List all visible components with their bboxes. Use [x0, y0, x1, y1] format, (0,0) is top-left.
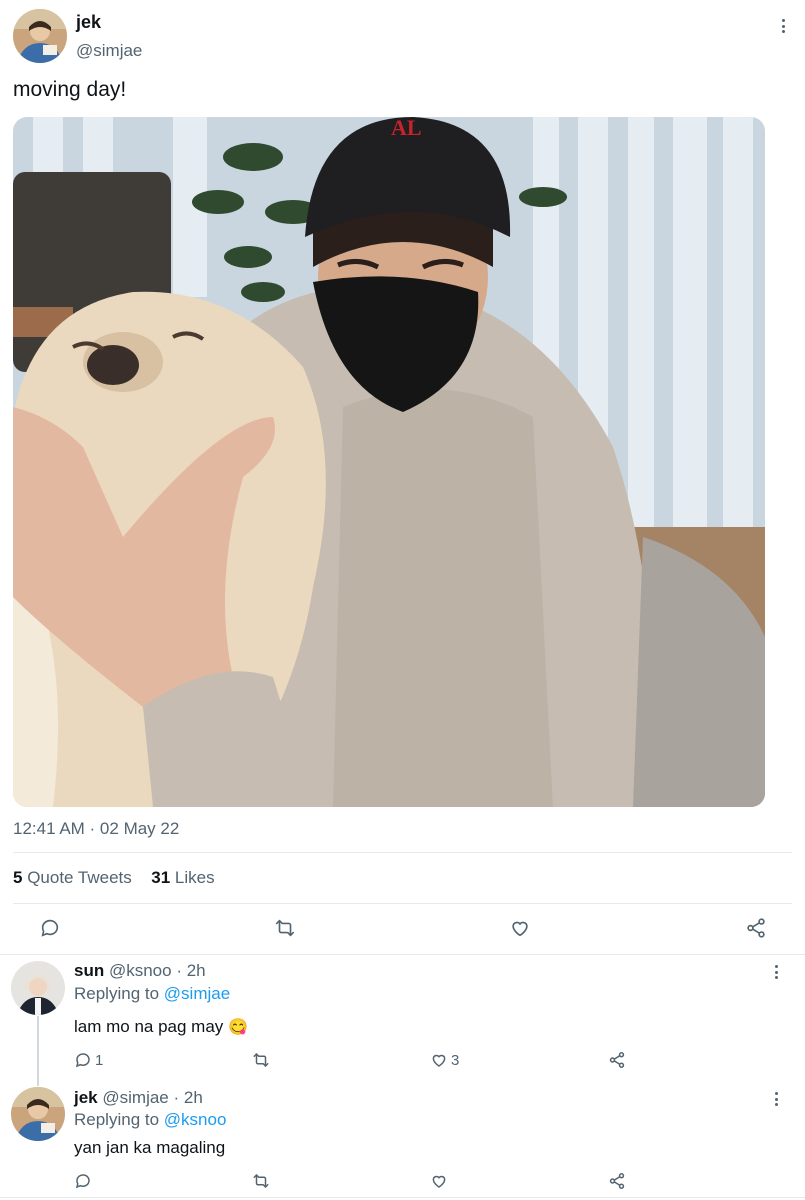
like-button[interactable]: 3 — [430, 1051, 459, 1069]
reply-time[interactable]: · 2h — [176, 961, 205, 980]
divider — [0, 954, 805, 955]
retweet-icon — [253, 1174, 269, 1188]
tweet-photo[interactable]: AL — [13, 117, 765, 807]
tweet-text: moving day! — [13, 78, 127, 101]
like-icon — [512, 921, 528, 937]
retweet-icon — [253, 1053, 269, 1067]
tweet-author-name[interactable]: jek — [76, 12, 101, 33]
share-icon — [747, 918, 765, 938]
divider — [13, 852, 792, 853]
reply-icon — [75, 1174, 90, 1189]
tweet-timestamp[interactable]: 12:41 AM · 02 May 22 — [13, 819, 179, 839]
more-options-icon[interactable] — [769, 1089, 783, 1109]
tweet-author-handle[interactable]: @simjae — [76, 41, 142, 61]
like-count[interactable]: 31 — [151, 868, 170, 887]
thread-line — [37, 1016, 39, 1086]
reply-header: jek @simjae · 2h — [74, 1088, 203, 1108]
tweet-avatar[interactable] — [13, 9, 67, 63]
reply-icon — [75, 1053, 90, 1068]
reply-text: yan jan ka magaling — [74, 1138, 226, 1157]
retweet-button[interactable] — [251, 1172, 274, 1190]
reply-header: sun @ksnoo · 2h — [74, 961, 206, 981]
reply-author-name[interactable]: sun — [74, 961, 104, 980]
retweet-icon — [275, 919, 295, 937]
reply-author-handle[interactable]: @ksnoo — [109, 961, 172, 980]
reply-author-handle[interactable]: @simjae — [102, 1088, 168, 1107]
like-icon — [432, 1175, 446, 1188]
retweet-button[interactable] — [273, 917, 297, 939]
reply-text: lam mo na pag may 😋 — [74, 1017, 248, 1037]
reply-author-name[interactable]: jek — [74, 1088, 98, 1107]
like-button[interactable] — [509, 917, 531, 939]
reply-button[interactable]: 1 — [74, 1051, 103, 1069]
reply-count: 1 — [95, 1051, 104, 1069]
quote-count[interactable]: 5 — [13, 868, 22, 887]
share-button[interactable] — [608, 1172, 626, 1190]
quote-label[interactable]: Quote Tweets — [27, 868, 132, 887]
reply-button[interactable] — [39, 917, 61, 939]
share-icon — [609, 1173, 625, 1189]
more-options-icon[interactable] — [769, 962, 783, 982]
like-icon — [432, 1054, 446, 1067]
share-icon — [609, 1052, 625, 1068]
reply-time[interactable]: · 2h — [174, 1088, 203, 1107]
like-count: 3 — [451, 1051, 460, 1069]
reply-text-content: lam mo na pag may — [74, 1017, 224, 1036]
replying-to-handle[interactable]: @ksnoo — [164, 1110, 227, 1129]
replying-to-label: Replying to — [74, 1110, 160, 1129]
share-button[interactable] — [608, 1051, 626, 1069]
like-button[interactable] — [430, 1172, 451, 1190]
tweet-stats: 5 Quote Tweets 31 Likes — [13, 868, 215, 888]
replying-to: Replying to @ksnoo — [74, 1110, 226, 1130]
reply-button[interactable] — [74, 1172, 95, 1190]
svg-text:AL: AL — [391, 117, 422, 140]
divider — [0, 1197, 805, 1198]
more-options-icon[interactable] — [776, 16, 790, 36]
replying-to-handle[interactable]: @simjae — [164, 984, 230, 1003]
divider — [13, 903, 792, 904]
reply-icon — [41, 919, 59, 937]
reply-avatar[interactable] — [11, 1087, 65, 1141]
retweet-button[interactable] — [251, 1051, 274, 1069]
share-button[interactable] — [745, 917, 767, 939]
replying-to-label: Replying to — [74, 984, 160, 1003]
reply-avatar[interactable] — [11, 961, 65, 1015]
emoji: 😋 — [228, 1019, 248, 1036]
replying-to: Replying to @simjae — [74, 984, 230, 1004]
like-label[interactable]: Likes — [175, 868, 215, 887]
